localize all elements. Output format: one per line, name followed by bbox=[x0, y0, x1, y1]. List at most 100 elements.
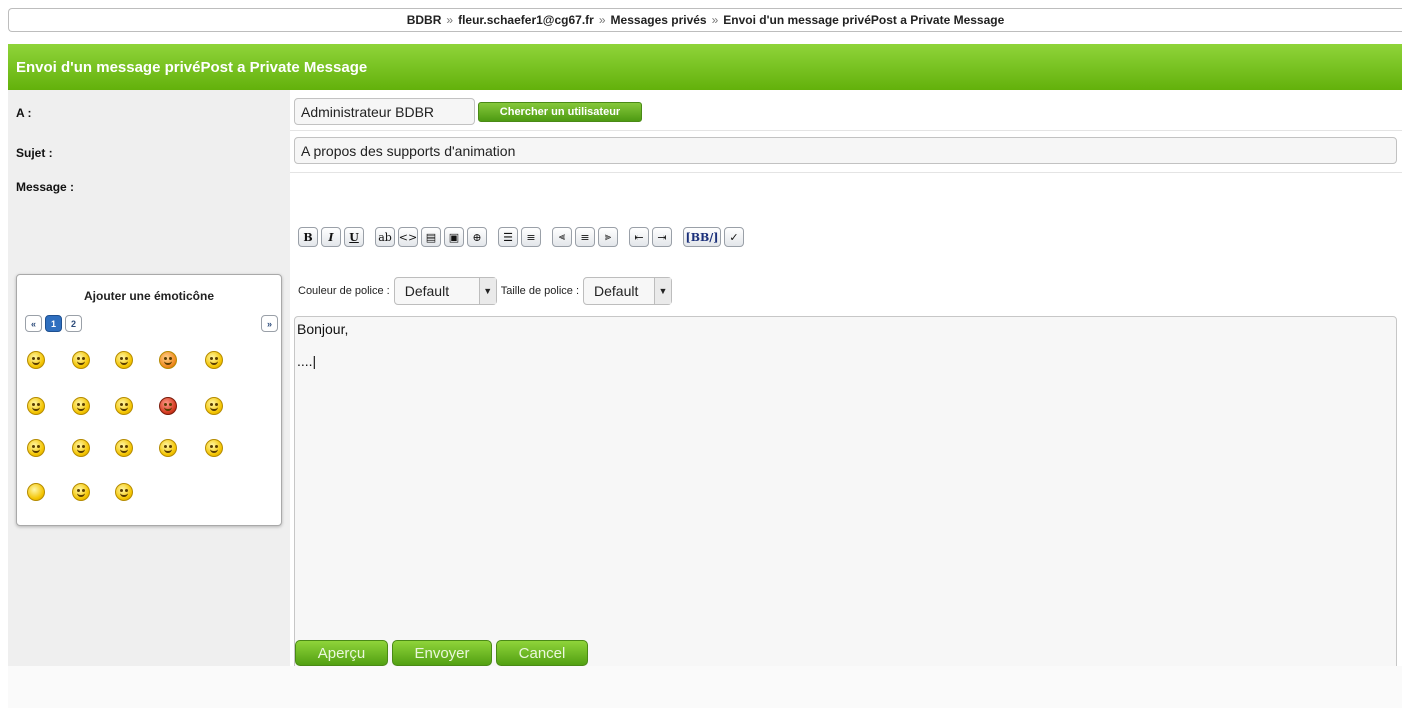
align-left-button[interactable]: ⫷ bbox=[552, 227, 572, 247]
laugh-icon[interactable] bbox=[159, 439, 177, 457]
smiley-feature bbox=[37, 357, 40, 360]
smiley-feature bbox=[120, 403, 123, 406]
chevron-down-icon: ▼ bbox=[654, 278, 672, 304]
subject-field[interactable]: A propos des supports d'animation bbox=[294, 137, 1397, 164]
bold-button[interactable]: B bbox=[298, 227, 318, 247]
preview-button[interactable]: Aperçu bbox=[295, 640, 388, 666]
grin-icon[interactable] bbox=[72, 351, 90, 369]
love-icon[interactable] bbox=[205, 439, 223, 457]
highlight-button[interactable]: ab bbox=[375, 227, 395, 247]
sleepy-icon[interactable] bbox=[72, 439, 90, 457]
font-color-select[interactable]: Default ▼ bbox=[393, 277, 497, 305]
breadcrumb-item-user[interactable]: fleur.schaefer1@cg67.fr bbox=[458, 13, 594, 27]
breadcrumb-item-home[interactable]: BDBR bbox=[407, 13, 442, 27]
emoticon-panel-title: Ajouter une émoticône bbox=[83, 289, 214, 303]
smiley-feature bbox=[210, 403, 213, 406]
breadcrumb-item-messages[interactable]: Messages privés bbox=[611, 13, 707, 27]
font-size-select[interactable]: Default ▼ bbox=[583, 277, 673, 305]
shocked-icon[interactable] bbox=[115, 483, 133, 501]
spellcheck-button[interactable]: ✓ bbox=[724, 227, 744, 247]
breadcrumb-separator: » bbox=[711, 13, 719, 27]
smiley-feature bbox=[37, 403, 40, 406]
cool-icon[interactable] bbox=[72, 397, 90, 415]
emoticon-next-button[interactable]: » bbox=[261, 315, 278, 332]
smiley-feature bbox=[164, 361, 172, 365]
bbcode-toggle-button[interactable]: [BB/] bbox=[683, 227, 721, 247]
breadcrumb-item-current: Envoi d'un message privéPost a Private M… bbox=[723, 13, 1005, 27]
link-button[interactable]: ⊕ bbox=[467, 227, 487, 247]
labels-column: A : Sujet : Message : Ajouter une émotic… bbox=[8, 90, 290, 666]
smiley-feature bbox=[169, 403, 172, 406]
smiley-feature bbox=[120, 357, 123, 360]
smiley-feature bbox=[37, 445, 40, 448]
smiley-feature bbox=[210, 407, 218, 411]
smiley-feature bbox=[77, 403, 80, 406]
send-button[interactable]: Envoyer bbox=[392, 640, 492, 666]
neutral-icon[interactable] bbox=[115, 351, 133, 369]
dizzy-icon[interactable] bbox=[205, 397, 223, 415]
smiley-feature bbox=[164, 407, 172, 411]
font-options-row: Couleur de police : Default ▼ Taille de … bbox=[298, 277, 676, 305]
search-user-button[interactable]: Chercher un utilisateur bbox=[478, 102, 642, 122]
breadcrumb-separator: » bbox=[598, 13, 606, 27]
smiley-feature bbox=[82, 357, 85, 360]
smiley-feature bbox=[77, 361, 85, 365]
smiley-feature bbox=[210, 357, 213, 360]
smiley-feature bbox=[125, 403, 128, 406]
big-smile-icon[interactable] bbox=[27, 439, 45, 457]
indent-button[interactable]: ⇥ bbox=[652, 227, 672, 247]
smiley-feature bbox=[77, 445, 80, 448]
font-size-label: Taille de police : bbox=[500, 285, 580, 297]
surprised-icon[interactable] bbox=[159, 351, 177, 369]
code-button[interactable]: <> bbox=[398, 227, 418, 247]
align-center-button[interactable]: ≡ bbox=[575, 227, 595, 247]
sad-icon[interactable] bbox=[72, 483, 90, 501]
smiley-feature bbox=[120, 493, 128, 497]
smiley-feature bbox=[32, 361, 40, 365]
image-button[interactable]: ▣ bbox=[444, 227, 464, 247]
recipient-field[interactable]: Administrateur BDBR bbox=[294, 98, 475, 125]
compose-panel: Envoi d'un message privéPost a Private M… bbox=[8, 44, 1402, 708]
smiley-feature bbox=[32, 357, 35, 360]
smiley-feature bbox=[77, 489, 80, 492]
smiley-feature bbox=[120, 407, 128, 411]
underline-button[interactable]: U bbox=[344, 227, 364, 247]
align-right-button[interactable]: ⫸ bbox=[598, 227, 618, 247]
actions-bar bbox=[8, 666, 1402, 708]
smiley-feature bbox=[125, 489, 128, 492]
panel-title: Envoi d'un message privéPost a Private M… bbox=[8, 44, 1402, 90]
smiley-feature bbox=[77, 357, 80, 360]
smiley-feature bbox=[120, 361, 128, 365]
smiley-feature bbox=[82, 445, 85, 448]
outdent-button[interactable]: ⇤ bbox=[629, 227, 649, 247]
emoticon-panel: Ajouter une émoticône « 1 2 » bbox=[16, 274, 282, 526]
smiley-feature bbox=[210, 445, 213, 448]
smiley-feature bbox=[32, 449, 40, 453]
confused-icon[interactable] bbox=[205, 351, 223, 369]
divider bbox=[290, 172, 1402, 173]
mad-icon[interactable] bbox=[159, 397, 177, 415]
eek-icon[interactable] bbox=[115, 397, 133, 415]
quote-button[interactable]: ▤ bbox=[421, 227, 441, 247]
smiley-feature bbox=[169, 445, 172, 448]
cancel-button[interactable]: Cancel bbox=[496, 640, 588, 666]
smiley-feature bbox=[32, 407, 40, 411]
smiley-feature bbox=[164, 445, 167, 448]
smiley-feature bbox=[125, 445, 128, 448]
question-icon[interactable] bbox=[27, 397, 45, 415]
numbered-list-button[interactable]: ≡ bbox=[521, 227, 541, 247]
smiley-feature bbox=[215, 357, 218, 360]
bullet-list-button[interactable]: ☰ bbox=[498, 227, 518, 247]
smiley-feature bbox=[164, 403, 167, 406]
emoticon-prev-button[interactable]: « bbox=[25, 315, 42, 332]
italic-button[interactable]: I bbox=[321, 227, 341, 247]
angry-icon[interactable] bbox=[27, 351, 45, 369]
smiley-feature bbox=[77, 407, 85, 411]
emoticon-page-2[interactable]: 2 bbox=[65, 315, 82, 332]
blank-icon[interactable] bbox=[27, 483, 45, 501]
emoticon-page-1[interactable]: 1 bbox=[45, 315, 62, 332]
smiley-feature bbox=[32, 445, 35, 448]
breadcrumb: BDBR » fleur.schaefer1@cg67.fr » Message… bbox=[8, 8, 1402, 32]
wondering-icon[interactable] bbox=[115, 439, 133, 457]
font-size-value: Default bbox=[594, 283, 639, 299]
